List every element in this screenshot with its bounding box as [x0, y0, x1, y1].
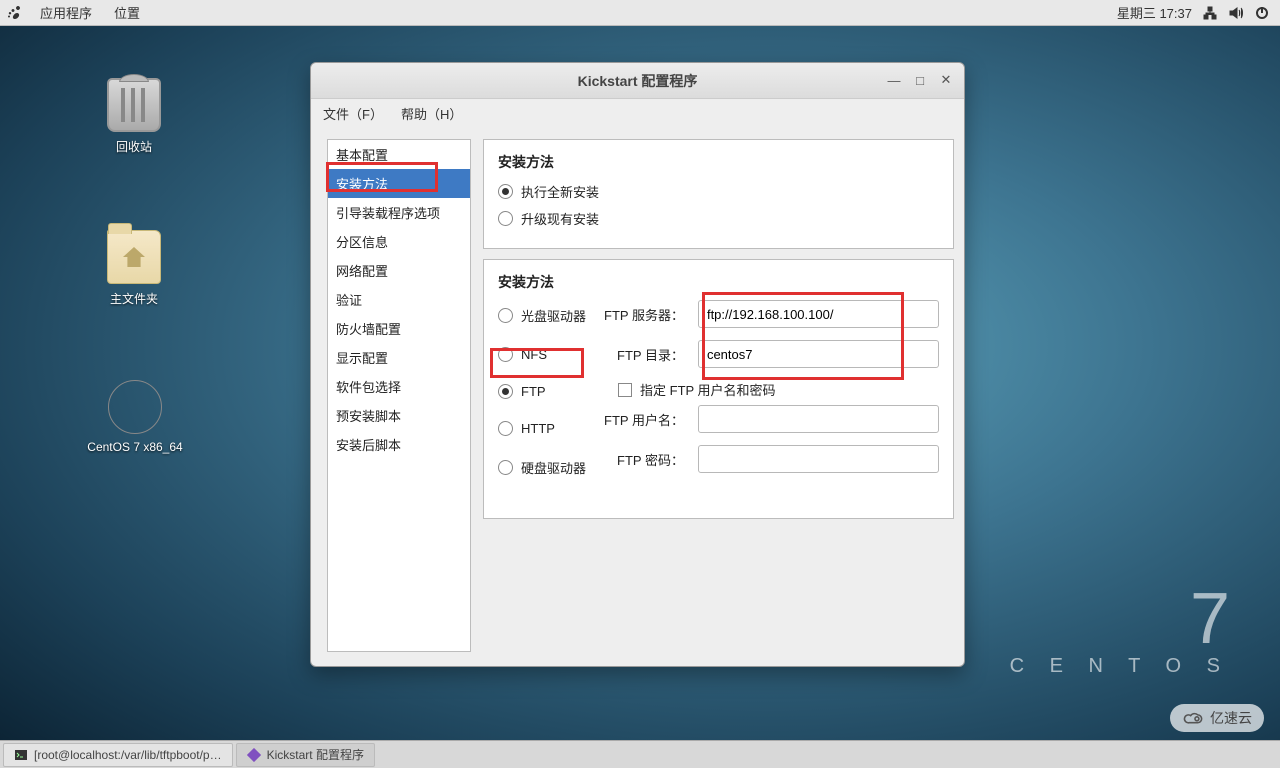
desktop-disc[interactable]: CentOS 7 x86_64: [70, 380, 200, 454]
sidebar-item-network[interactable]: 网络配置: [328, 256, 470, 285]
radio-upgrade[interactable]: 升级现有安装: [498, 207, 939, 230]
checkbox-credentials[interactable]: 指定 FTP 用户名和密码: [618, 380, 939, 399]
radio-hdd[interactable]: 硬盘驱动器: [498, 456, 586, 479]
checkbox-icon: [618, 383, 632, 397]
menu-applications[interactable]: 应用程序: [36, 1, 96, 24]
disc-icon: [108, 380, 162, 434]
desktop-trash[interactable]: 回收站: [84, 78, 184, 155]
maximize-button[interactable]: □: [908, 69, 932, 91]
sidebar-item-auth[interactable]: 验证: [328, 285, 470, 314]
content-pane: 安装方法 执行全新安装 升级现有安装 安装方法 光盘驱动器 NFS FTP: [483, 139, 954, 652]
menu-places[interactable]: 位置: [110, 1, 144, 24]
radio-icon: [498, 421, 513, 436]
titlebar[interactable]: Kickstart 配置程序 — □ ✕: [311, 63, 964, 99]
taskbar: [root@localhost:/var/lib/tftpboot/p… Kic…: [0, 740, 1280, 768]
task-terminal[interactable]: [root@localhost:/var/lib/tftpboot/p…: [3, 743, 233, 767]
window-title: Kickstart 配置程序: [311, 71, 964, 91]
radio-icon: [498, 347, 513, 362]
label-ftp-pass: FTP 密码：: [604, 450, 684, 469]
kickstart-window: Kickstart 配置程序 — □ ✕ 文件（F） 帮助（H） 基本配置 安装…: [310, 62, 965, 667]
section-install-type-title: 安装方法: [498, 152, 939, 172]
radio-icon: [498, 460, 513, 475]
desktop-disc-label: CentOS 7 x86_64: [70, 440, 200, 454]
terminal-icon: [14, 748, 28, 762]
home-folder-icon: [107, 230, 161, 284]
input-ftp-pass[interactable]: [698, 445, 939, 473]
section-install-type: 安装方法 执行全新安装 升级现有安装: [483, 139, 954, 249]
section-install-source: 安装方法 光盘驱动器 NFS FTP HTTP 硬盘驱动器 FTP 服务器： F…: [483, 259, 954, 519]
label-ftp-server: FTP 服务器：: [604, 305, 684, 324]
watermark: 亿速云: [1170, 704, 1264, 732]
radio-icon: [498, 184, 513, 199]
sidebar-item-bootloader[interactable]: 引导装载程序选项: [328, 198, 470, 227]
desktop-home[interactable]: 主文件夹: [84, 230, 184, 307]
radio-icon: [498, 308, 513, 323]
task-kickstart[interactable]: Kickstart 配置程序: [236, 743, 375, 767]
sidebar-item-prescript[interactable]: 预安装脚本: [328, 401, 470, 430]
sidebar-item-display[interactable]: 显示配置: [328, 343, 470, 372]
label-ftp-user: FTP 用户名：: [604, 410, 684, 429]
panel-clock[interactable]: 星期三 17:37: [1117, 3, 1192, 22]
network-icon[interactable]: [1202, 5, 1218, 21]
sidebar: 基本配置 安装方法 引导装载程序选项 分区信息 网络配置 验证 防火墙配置 显示…: [327, 139, 471, 652]
label-ftp-dir: FTP 目录：: [604, 345, 684, 364]
menu-help[interactable]: 帮助（H）: [401, 104, 462, 123]
radio-ftp[interactable]: FTP: [498, 382, 586, 401]
radio-nfs[interactable]: NFS: [498, 345, 586, 364]
trash-icon: [107, 78, 161, 132]
sound-icon[interactable]: [1228, 5, 1244, 21]
sidebar-item-firewall[interactable]: 防火墙配置: [328, 314, 470, 343]
radio-icon: [498, 211, 513, 226]
sidebar-item-install-method[interactable]: 安装方法: [328, 169, 470, 198]
sidebar-item-postscript[interactable]: 安装后脚本: [328, 430, 470, 459]
sidebar-item-partition[interactable]: 分区信息: [328, 227, 470, 256]
sidebar-item-packages[interactable]: 软件包选择: [328, 372, 470, 401]
input-ftp-server[interactable]: [698, 300, 939, 328]
input-ftp-user[interactable]: [698, 405, 939, 433]
gnome-foot-icon: [6, 5, 22, 21]
section-install-source-title: 安装方法: [498, 272, 939, 292]
radio-fresh-install[interactable]: 执行全新安装: [498, 180, 939, 203]
radio-cdrom[interactable]: 光盘驱动器: [498, 304, 586, 327]
radio-icon: [498, 384, 513, 399]
sidebar-item-basic[interactable]: 基本配置: [328, 140, 470, 169]
top-panel: 应用程序 位置 星期三 17:37: [0, 0, 1280, 26]
kickstart-icon: [247, 748, 261, 762]
desktop-trash-label: 回收站: [84, 138, 184, 155]
close-button[interactable]: ✕: [934, 69, 958, 91]
power-icon[interactable]: [1254, 5, 1270, 21]
desktop-home-label: 主文件夹: [84, 290, 184, 307]
radio-http[interactable]: HTTP: [498, 419, 586, 438]
minimize-button[interactable]: —: [882, 69, 906, 91]
menu-file[interactable]: 文件（F）: [323, 104, 383, 123]
menubar: 文件（F） 帮助（H）: [311, 99, 964, 129]
centos-brand: 7 C E N T O S: [1010, 583, 1230, 678]
input-ftp-dir[interactable]: [698, 340, 939, 368]
